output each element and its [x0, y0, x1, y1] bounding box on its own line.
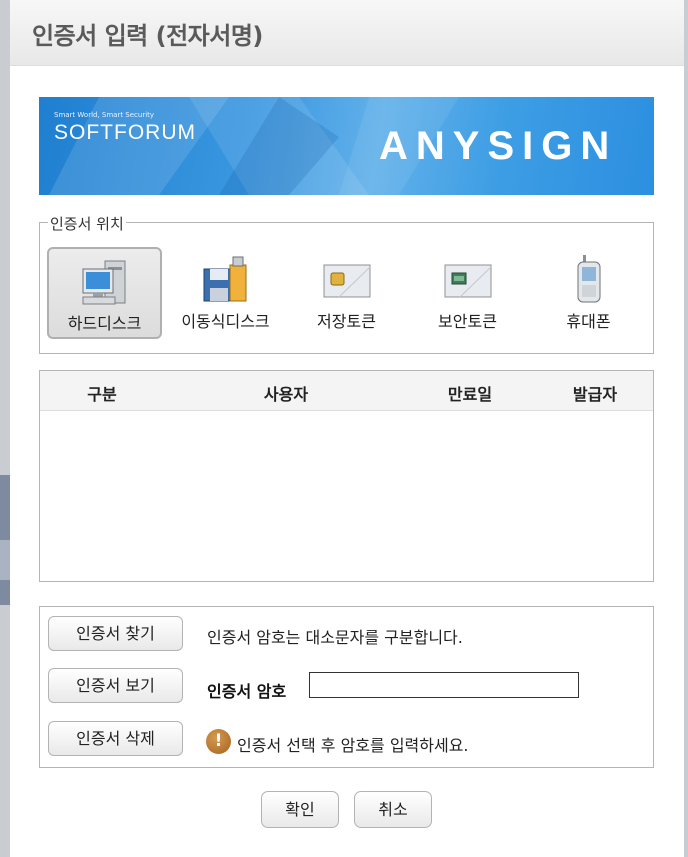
- certificate-actions-group: 인증서 찾기 인증서 보기 인증서 삭제 인증서 암호는 대소문자를 구분합니다…: [39, 606, 654, 768]
- location-label: 휴대폰: [566, 312, 611, 331]
- background-page-left: [0, 0, 10, 857]
- location-storage-token[interactable]: 저장토큰: [289, 247, 404, 339]
- delete-certificate-button[interactable]: 인증서 삭제: [48, 721, 183, 756]
- banner-tagline: Smart World, Smart Security: [54, 111, 155, 119]
- removable-disk-icon: [203, 256, 246, 302]
- location-label: 이동식디스크: [181, 312, 270, 331]
- column-header-type: 구분: [87, 385, 117, 404]
- location-removable-disk[interactable]: 이동식디스크: [168, 247, 283, 339]
- warning-icon: !: [206, 729, 231, 754]
- dialog-titlebar: 인증서 입력 (전자서명): [10, 0, 684, 66]
- certificate-list-table[interactable]: 구분 사용자 만료일 발급자: [39, 370, 654, 582]
- find-certificate-button[interactable]: 인증서 찾기: [48, 616, 183, 651]
- column-header-expiry: 만료일: [447, 385, 493, 404]
- case-sensitivity-note: 인증서 암호는 대소문자를 구분합니다.: [207, 628, 463, 647]
- location-label: 저장토큰: [317, 312, 376, 331]
- hard-disk-icon: [82, 260, 125, 305]
- location-hard-disk[interactable]: 하드디스크: [47, 247, 162, 339]
- dialog-title: 인증서 입력 (전자서명): [32, 22, 263, 50]
- background-page-strip: [0, 540, 10, 580]
- location-label: 하드디스크: [67, 314, 142, 333]
- softforum-logo: SOFTFORUM: [54, 121, 196, 144]
- ok-button[interactable]: 확인: [261, 791, 339, 828]
- location-label: 보안토큰: [438, 312, 497, 331]
- cancel-button[interactable]: 취소: [354, 791, 432, 828]
- warning-message: 인증서 선택 후 암호를 입력하세요.: [237, 736, 469, 755]
- column-header-issuer: 발급자: [572, 385, 618, 404]
- password-input[interactable]: [309, 672, 579, 698]
- certificate-dialog: 인증서 입력 (전자서명) Smart World, Smart Securit…: [10, 0, 684, 857]
- mobile-phone-icon: [577, 255, 600, 303]
- security-token-icon: [444, 264, 491, 298]
- storage-token-icon: [323, 264, 370, 298]
- location-mobile-phone[interactable]: 휴대폰: [531, 247, 646, 339]
- certificate-location-group: 인증서 위치 하드디스크 이동식디스크 저장토큰 보안토큰 휴대폰: [39, 213, 654, 354]
- anysign-logo: ANYSIGN: [379, 124, 618, 168]
- location-security-token[interactable]: 보안토큰: [410, 247, 525, 339]
- table-header: 구분 사용자 만료일 발급자: [40, 371, 653, 411]
- anysign-banner: Smart World, Smart Security SOFTFORUM AN…: [39, 97, 654, 195]
- location-legend: 인증서 위치: [48, 213, 126, 234]
- view-certificate-button[interactable]: 인증서 보기: [48, 668, 183, 703]
- password-label: 인증서 암호: [207, 682, 287, 701]
- column-header-user: 사용자: [263, 385, 309, 404]
